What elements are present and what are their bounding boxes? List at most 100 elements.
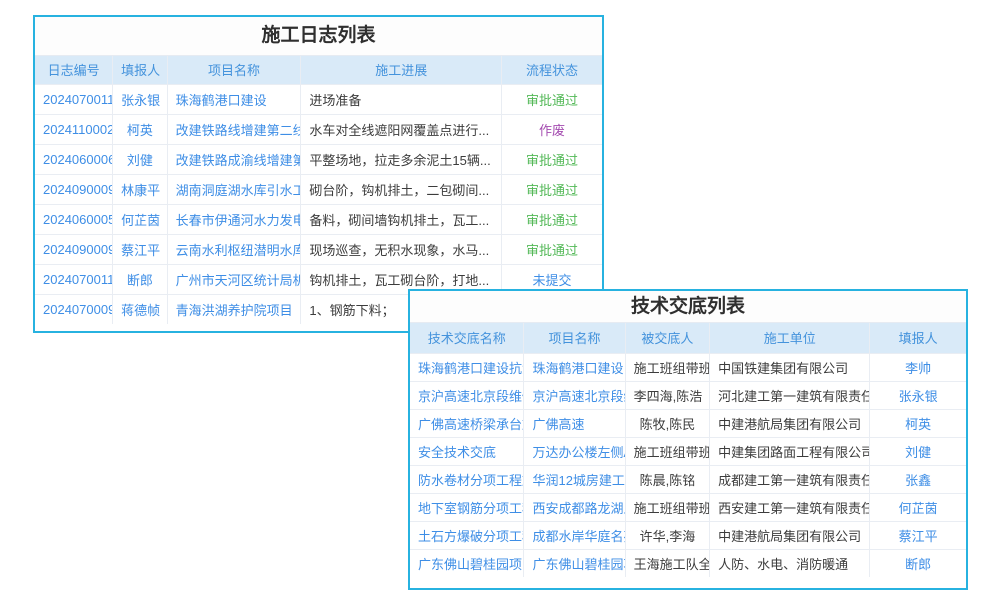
disclosure-name-link[interactable]: 土石方爆破分项工程...: [410, 521, 524, 549]
column-header-recipient: 被交底人: [625, 323, 710, 353]
table-row: 珠海鹤港口建设抗浮...珠海鹤港口建设施工班组带班...中国铁建集团有限公司李帅: [410, 353, 966, 381]
table-row: 2024110002柯英改建铁路线增建第二线直...水车对全线遮阳网覆盖点进行.…: [35, 114, 602, 144]
reporter-link[interactable]: 林康平: [113, 174, 167, 204]
technical-disclosure-header-row: 技术交底名称 项目名称 被交底人 施工单位 填报人: [410, 323, 966, 353]
project-link[interactable]: 京沪高速北京段维修: [524, 381, 625, 409]
column-header-status: 流程状态: [502, 56, 602, 84]
project-link[interactable]: 珠海鹤港口建设: [524, 353, 625, 381]
recipient-text: 许华,李海: [625, 521, 710, 549]
status-badge: 审批通过: [502, 144, 602, 174]
disclosure-name-link[interactable]: 安全技术交底: [410, 437, 524, 465]
status-badge: 审批通过: [502, 174, 602, 204]
company-text: 中建集团路面工程有限公司: [710, 437, 870, 465]
table-row: 防水卷材分项工程施...华润12城房建工...陈晨,陈铭成都建工第一建筑有限责任…: [410, 465, 966, 493]
company-text: 中建港航局集团有限公司: [710, 409, 870, 437]
disclosure-name-link[interactable]: 防水卷材分项工程施...: [410, 465, 524, 493]
table-row: 京沪高速北京段维修...京沪高速北京段维修李四海,陈浩河北建工第一建筑有限责任公…: [410, 381, 966, 409]
column-header-log-id: 日志编号: [35, 56, 113, 84]
reporter-link[interactable]: 蔡江平: [870, 521, 966, 549]
log-id-link[interactable]: 2024070009: [35, 294, 113, 324]
construction-log-header-row: 日志编号 填报人 项目名称 施工进展 流程状态: [35, 56, 602, 84]
progress-text: 平整场地，拉走多余泥土15辆...: [301, 144, 502, 174]
recipient-text: 李四海,陈浩: [625, 381, 710, 409]
column-header-reporter: 填报人: [870, 323, 966, 353]
reporter-link[interactable]: 张永银: [870, 381, 966, 409]
log-id-link[interactable]: 2024090009: [35, 234, 113, 264]
recipient-text: 王海施工队全队: [625, 549, 710, 577]
table-row: 2024090009蔡江平云南水利枢纽潜明水库一...现场巡查，无积水现象，水马…: [35, 234, 602, 264]
project-link[interactable]: 华润12城房建工...: [524, 465, 625, 493]
status-badge: 审批通过: [502, 204, 602, 234]
company-text: 中建港航局集团有限公司: [710, 521, 870, 549]
project-link[interactable]: 改建铁路成渝线增建第二...: [167, 144, 301, 174]
reporter-link[interactable]: 断郎: [113, 264, 167, 294]
company-text: 西安建工第一建筑有限责任公司: [710, 493, 870, 521]
column-header-progress: 施工进展: [301, 56, 502, 84]
project-link[interactable]: 湖南洞庭湖水库引水工程...: [167, 174, 301, 204]
project-link[interactable]: 成都水岸华庭名苑...: [524, 521, 625, 549]
company-text: 河北建工第一建筑有限责任公司: [710, 381, 870, 409]
reporter-link[interactable]: 李帅: [870, 353, 966, 381]
project-link[interactable]: 云南水利枢纽潜明水库一...: [167, 234, 301, 264]
project-link[interactable]: 万达办公楼左侧A...: [524, 437, 625, 465]
project-link[interactable]: 广州市天河区统计局机房...: [167, 264, 301, 294]
disclosure-name-link[interactable]: 广佛高速桥梁承台施...: [410, 409, 524, 437]
table-row: 2024060005何芷茵长春市伊通河水力发电厂...备料，砌间墙钩机排土，瓦工…: [35, 204, 602, 234]
project-link[interactable]: 广东佛山碧桂园项目: [524, 549, 625, 577]
construction-log-panel: 施工日志列表 日志编号 填报人 项目名称 施工进展 流程状态 202407001…: [33, 15, 604, 333]
log-id-link[interactable]: 2024090009: [35, 174, 113, 204]
company-text: 成都建工第一建筑有限责任公司: [710, 465, 870, 493]
log-id-link[interactable]: 2024060005: [35, 204, 113, 234]
disclosure-name-link[interactable]: 广东佛山碧桂园项目...: [410, 549, 524, 577]
project-link[interactable]: 广佛高速: [524, 409, 625, 437]
reporter-link[interactable]: 张鑫: [870, 465, 966, 493]
technical-disclosure-panel: 技术交底列表 技术交底名称 项目名称 被交底人 施工单位 填报人 珠海鹤港口建设…: [408, 289, 968, 590]
reporter-link[interactable]: 何芷茵: [113, 204, 167, 234]
project-link[interactable]: 西安成都路龙湖上...: [524, 493, 625, 521]
construction-log-title: 施工日志列表: [35, 17, 602, 56]
table-row: 2024070011张永银珠海鹤港口建设进场准备审批通过: [35, 84, 602, 114]
table-row: 安全技术交底万达办公楼左侧A...施工班组带班...中建集团路面工程有限公司刘健: [410, 437, 966, 465]
column-header-project: 项目名称: [167, 56, 301, 84]
construction-log-table: 日志编号 填报人 项目名称 施工进展 流程状态 2024070011张永银珠海鹤…: [35, 56, 602, 324]
column-header-disclosure-name: 技术交底名称: [410, 323, 524, 353]
recipient-text: 陈牧,陈民: [625, 409, 710, 437]
disclosure-name-link[interactable]: 珠海鹤港口建设抗浮...: [410, 353, 524, 381]
status-badge: 审批通过: [502, 84, 602, 114]
status-badge: 审批通过: [502, 234, 602, 264]
table-row: 土石方爆破分项工程...成都水岸华庭名苑...许华,李海中建港航局集团有限公司蔡…: [410, 521, 966, 549]
progress-text: 备料，砌间墙钩机排土，瓦工...: [301, 204, 502, 234]
log-id-link[interactable]: 2024110002: [35, 114, 113, 144]
disclosure-name-link[interactable]: 地下室钢筋分项工程...: [410, 493, 524, 521]
recipient-text: 施工班组带班...: [625, 353, 710, 381]
log-id-link[interactable]: 2024070011: [35, 84, 113, 114]
reporter-link[interactable]: 柯英: [870, 409, 966, 437]
reporter-link[interactable]: 柯英: [113, 114, 167, 144]
recipient-text: 施工班组带班...: [625, 437, 710, 465]
reporter-link[interactable]: 断郎: [870, 549, 966, 577]
project-link[interactable]: 珠海鹤港口建设: [167, 84, 301, 114]
status-badge: 作废: [502, 114, 602, 144]
project-link[interactable]: 改建铁路线增建第二线直...: [167, 114, 301, 144]
table-row: 2024090009林康平湖南洞庭湖水库引水工程...砌台阶，钩机排土，二包砌间…: [35, 174, 602, 204]
recipient-text: 施工班组带班...: [625, 493, 710, 521]
company-text: 人防、水电、消防暖通: [710, 549, 870, 577]
reporter-link[interactable]: 刘健: [113, 144, 167, 174]
table-row: 2024060006刘健改建铁路成渝线增建第二...平整场地，拉走多余泥土15辆…: [35, 144, 602, 174]
technical-disclosure-title: 技术交底列表: [410, 291, 966, 323]
project-link[interactable]: 长春市伊通河水力发电厂...: [167, 204, 301, 234]
log-id-link[interactable]: 2024070011: [35, 264, 113, 294]
log-id-link[interactable]: 2024060006: [35, 144, 113, 174]
technical-disclosure-table: 技术交底名称 项目名称 被交底人 施工单位 填报人 珠海鹤港口建设抗浮...珠海…: [410, 323, 966, 577]
table-row: 广佛高速桥梁承台施...广佛高速陈牧,陈民中建港航局集团有限公司柯英: [410, 409, 966, 437]
reporter-link[interactable]: 蒋德帧: [113, 294, 167, 324]
reporter-link[interactable]: 张永银: [113, 84, 167, 114]
reporter-link[interactable]: 蔡江平: [113, 234, 167, 264]
project-link[interactable]: 青海洪湖养护院项目: [167, 294, 301, 324]
recipient-text: 陈晨,陈铭: [625, 465, 710, 493]
disclosure-name-link[interactable]: 京沪高速北京段维修...: [410, 381, 524, 409]
column-header-reporter: 填报人: [113, 56, 167, 84]
reporter-link[interactable]: 刘健: [870, 437, 966, 465]
progress-text: 砌台阶，钩机排土，二包砌间...: [301, 174, 502, 204]
reporter-link[interactable]: 何芷茵: [870, 493, 966, 521]
